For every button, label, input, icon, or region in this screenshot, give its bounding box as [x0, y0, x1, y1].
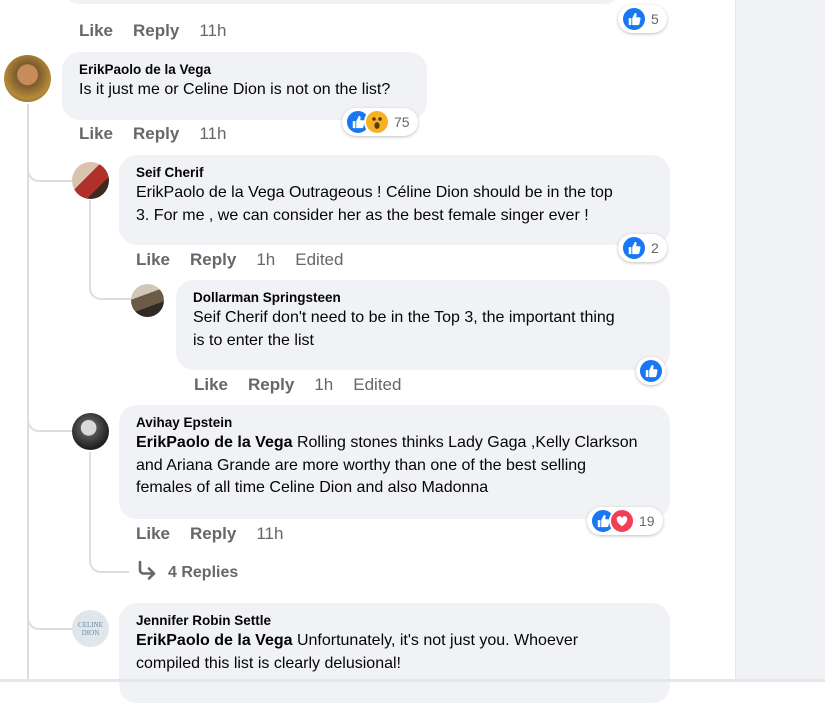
avatar-erikpaolo[interactable]: [4, 55, 51, 102]
avatar-dollarman-springsteen[interactable]: [131, 284, 164, 317]
thread-connector-dollarman: [89, 280, 133, 300]
thread-line-main: [27, 104, 29, 682]
view-replies-link[interactable]: 4 Replies: [136, 560, 238, 585]
mention-link[interactable]: ErikPaolo de la Vega: [136, 632, 293, 649]
timestamp[interactable]: 11h: [199, 124, 226, 143]
timestamp[interactable]: 11h: [199, 21, 226, 40]
thread-connector-seif: [27, 160, 73, 182]
like-link[interactable]: Like: [194, 375, 228, 394]
reply-link[interactable]: Reply: [133, 124, 179, 143]
comment-bubble-top: [62, 0, 622, 4]
timestamp[interactable]: 1h: [256, 250, 275, 269]
like-reaction-icon: [638, 358, 664, 384]
comment-text: Unfortunately, it's not just you. Whoeve…: [292, 632, 579, 649]
comment-text-line-3: females of all time Celine Dion and also…: [136, 479, 489, 496]
comment-bubble-dollarman-springsteen: Dollarman Springsteen Seif Cherif don't …: [176, 280, 670, 370]
like-link[interactable]: Like: [136, 524, 170, 543]
timestamp[interactable]: 11h: [256, 524, 283, 543]
timestamp[interactable]: 1h: [314, 375, 333, 394]
comment-actions-erikpaolo: Like Reply 11h: [79, 124, 246, 144]
comment-text: Rolling stones thinks Lady Gaga ,Kelly C…: [292, 434, 638, 451]
comment-author[interactable]: Avihay Epstein: [136, 414, 658, 432]
comment-bubble-avihay-epstein: Avihay Epstein ErikPaolo de la Vega Roll…: [119, 405, 670, 519]
avatar-text: DION: [81, 628, 100, 637]
comment-author[interactable]: Jennifer Robin Settle: [136, 612, 658, 630]
edited-label[interactable]: Edited: [295, 250, 343, 269]
like-link[interactable]: Like: [79, 21, 113, 40]
comment-text-line-2: and Ariana Grande are more worthy than o…: [136, 456, 587, 474]
reply-link[interactable]: Reply: [133, 21, 179, 40]
avatar-jennifer-robin-settle[interactable]: CELINE DION: [72, 610, 109, 647]
reply-link[interactable]: Reply: [190, 250, 236, 269]
comment-text-line-1: ErikPaolo de la Vega Unfortunately, it's…: [136, 630, 658, 653]
thread-connector-jennifer: [27, 608, 73, 630]
comment-bubble-jennifer-robin-settle: Jennifer Robin Settle ErikPaolo de la Ve…: [119, 603, 670, 703]
reaction-summary-avihay[interactable]: 19: [587, 507, 663, 535]
reply-link[interactable]: Reply: [190, 524, 236, 543]
reaction-count: 75: [394, 114, 410, 130]
thread-connector-avihay: [27, 410, 73, 432]
comment-bubble-seif-cherif: Seif Cherif ErikPaolo de la Vega Outrage…: [119, 155, 670, 245]
comment-author[interactable]: ErikPaolo de la Vega: [79, 61, 415, 79]
reaction-count: 5: [651, 11, 659, 27]
comment-actions-avihay: Like Reply 11h: [136, 524, 303, 544]
like-link[interactable]: Like: [136, 250, 170, 269]
reaction-summary-seif-cherif[interactable]: 2: [618, 234, 667, 262]
comment-text-line-2: is to enter the list: [193, 331, 314, 349]
comment-actions-top: Like Reply 11h: [79, 21, 246, 41]
wow-reaction-icon: [364, 109, 390, 135]
comment-actions-seif-cherif: Like Reply 1h Edited: [136, 250, 363, 270]
comment-author[interactable]: Seif Cherif: [136, 164, 658, 182]
comment-text-line-2: 3. For me , we can consider her as the b…: [136, 206, 589, 224]
right-sidebar-panel: [735, 0, 825, 682]
avatar-seif-cherif[interactable]: [72, 162, 109, 199]
like-reaction-icon: [621, 6, 647, 32]
comment-text-line-1: Seif Cherif don't need to be in the Top …: [193, 309, 615, 326]
mention-link[interactable]: ErikPaolo de la Vega: [136, 434, 293, 451]
reaction-count: 2: [651, 240, 659, 256]
comment-text-line-2: compiled this list is clearly delusional…: [136, 654, 401, 672]
like-reaction-icon: [621, 235, 647, 261]
reaction-summary-erikpaolo[interactable]: 75: [342, 108, 418, 136]
comment-author[interactable]: Dollarman Springsteen: [193, 289, 658, 307]
love-reaction-icon: [609, 508, 635, 534]
thread-connector-replies: [89, 545, 129, 573]
avatar-text: CELINE: [78, 620, 103, 629]
reaction-summary-top[interactable]: 5: [618, 5, 667, 33]
comment-actions-dollarman: Like Reply 1h Edited: [194, 375, 421, 395]
reply-link[interactable]: Reply: [248, 375, 294, 394]
comment-text: Is it just me or Celine Dion is not on t…: [79, 81, 391, 98]
edited-label[interactable]: Edited: [353, 375, 401, 394]
reaction-count: 19: [639, 513, 655, 529]
reaction-summary-dollarman[interactable]: [636, 357, 666, 385]
reply-arrow-icon: [136, 560, 158, 585]
comment-text-line-1: ErikPaolo de la Vega Rolling stones thin…: [136, 432, 658, 455]
avatar-avihay-epstein[interactable]: [72, 413, 109, 450]
comment-text-line-1: ErikPaolo de la Vega Outrageous ! Céline…: [136, 184, 613, 201]
like-link[interactable]: Like: [79, 124, 113, 143]
replies-count-label[interactable]: 4 Replies: [168, 564, 238, 582]
thread-line-seif: [89, 200, 91, 290]
thread-line-avihay: [89, 452, 91, 552]
